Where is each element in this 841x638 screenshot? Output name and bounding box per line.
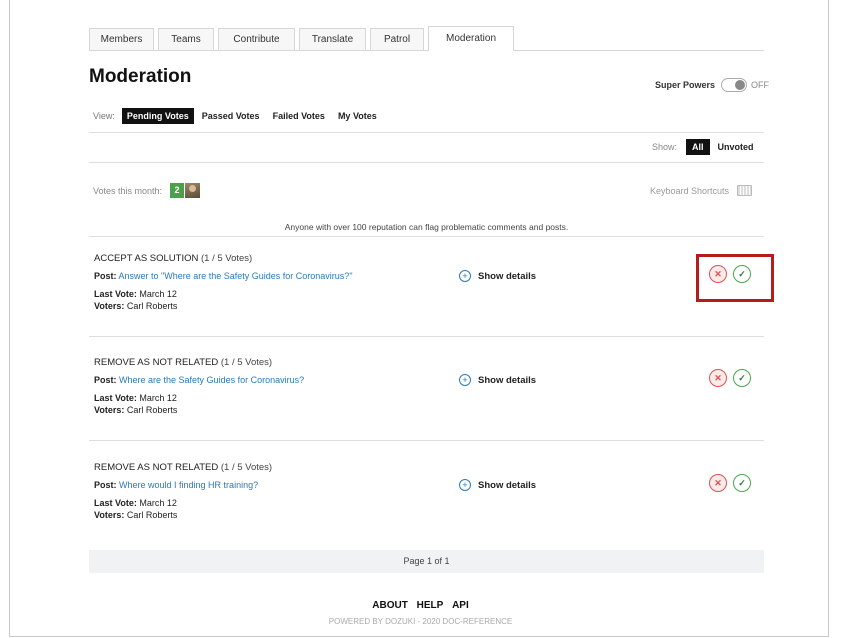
vote-type-label: REMOVE AS NOT RELATED xyxy=(94,462,219,473)
app-frame xyxy=(9,0,829,637)
super-powers-label: Super Powers xyxy=(655,80,716,90)
view-failed-votes[interactable]: Failed Votes xyxy=(268,108,330,124)
voters-label: Voters: xyxy=(94,510,125,520)
show-unvoted-button[interactable]: Unvoted xyxy=(712,139,760,155)
last-vote-label: Last Vote: xyxy=(94,498,137,508)
view-filter: View: Pending Votes Passed Votes Failed … xyxy=(93,108,385,124)
show-all-button[interactable]: All xyxy=(686,139,710,155)
show-details-label[interactable]: Show details xyxy=(478,375,536,386)
tab-contribute[interactable]: Contribute xyxy=(218,28,295,50)
vote-actions: ✕ ✓ xyxy=(709,474,757,492)
footer-links: ABOUT HELP API xyxy=(0,600,841,611)
show-label: Show: xyxy=(652,142,678,152)
footer-link-help[interactable]: HELP xyxy=(417,600,444,611)
vote-count: (1 / 5 Votes) xyxy=(220,357,273,368)
highlight-box xyxy=(696,254,774,302)
last-vote-value: March 12 xyxy=(139,498,177,508)
view-pending-votes[interactable]: Pending Votes xyxy=(121,108,194,124)
tab-patrol[interactable]: Patrol xyxy=(370,28,424,50)
tab-teams[interactable]: Teams xyxy=(158,28,214,50)
super-powers-control: Super Powers OFF xyxy=(655,78,769,92)
vote-meta: Last Vote: March 12 Voters: Carl Roberts xyxy=(94,392,177,416)
pagination: Page 1 of 1 xyxy=(89,550,764,573)
show-details-label[interactable]: Show details xyxy=(478,480,536,491)
vote-type: ACCEPT AS SOLUTION (1 / 5 Votes) xyxy=(94,253,252,264)
tab-bar: Members Teams Contribute Translate Patro… xyxy=(89,26,764,51)
post-link[interactable]: Answer to "Where are the Safety Guides f… xyxy=(119,271,353,281)
show-details-button[interactable]: + Show details xyxy=(459,374,536,386)
footer-link-api[interactable]: API xyxy=(452,600,469,611)
last-vote-label: Last Vote: xyxy=(94,289,137,299)
plus-circle-icon[interactable]: + xyxy=(459,270,471,282)
tab-moderation[interactable]: Moderation xyxy=(428,26,515,51)
vote-count: (1 / 5 Votes) xyxy=(201,253,253,264)
approve-button[interactable]: ✓ xyxy=(733,474,751,492)
last-vote-value: March 12 xyxy=(139,289,177,299)
reputation-notice: Anyone with over 100 reputation can flag… xyxy=(284,222,569,232)
voters-value: Carl Roberts xyxy=(126,510,178,520)
view-passed-votes[interactable]: Passed Votes xyxy=(197,108,265,124)
vote-post: Post: Where are the Safety Guides for Co… xyxy=(94,375,304,385)
divider xyxy=(89,336,764,337)
votes-this-month-label: Votes this month: xyxy=(93,185,163,196)
keyboard-icon[interactable] xyxy=(737,185,753,196)
votes-count-badge: 2 xyxy=(170,183,185,198)
divider xyxy=(89,236,764,237)
post-label: Post: xyxy=(94,480,117,490)
vote-type: REMOVE AS NOT RELATED (1 / 5 Votes) xyxy=(94,357,272,368)
show-details-label[interactable]: Show details xyxy=(478,271,536,282)
approve-button[interactable]: ✓ xyxy=(733,369,751,387)
last-vote-value: March 12 xyxy=(139,393,177,403)
post-link[interactable]: Where are the Safety Guides for Coronavi… xyxy=(119,375,304,385)
footer-link-about[interactable]: ABOUT xyxy=(372,600,408,611)
divider xyxy=(89,162,764,163)
vote-meta: Last Vote: March 12 Voters: Carl Roberts xyxy=(94,497,177,521)
post-link[interactable]: Where would I finding HR training? xyxy=(119,480,258,490)
super-powers-toggle[interactable] xyxy=(721,78,748,92)
vote-meta: Last Vote: March 12 Voters: Carl Roberts xyxy=(94,288,177,312)
show-filter: Show: All Unvoted xyxy=(652,139,760,155)
voters-label: Voters: xyxy=(94,405,125,415)
last-vote-label: Last Vote: xyxy=(94,393,137,403)
plus-circle-icon[interactable]: + xyxy=(459,479,471,491)
post-label: Post: xyxy=(94,271,117,281)
vote-type: REMOVE AS NOT RELATED (1 / 5 Votes) xyxy=(94,462,272,473)
voters-label: Voters: xyxy=(94,301,125,311)
vote-count: (1 / 5 Votes) xyxy=(220,462,273,473)
reject-button[interactable]: ✕ xyxy=(709,369,727,387)
plus-circle-icon[interactable]: + xyxy=(459,374,471,386)
avatar[interactable] xyxy=(185,183,201,198)
vote-type-label: REMOVE AS NOT RELATED xyxy=(94,357,219,368)
show-details-button[interactable]: + Show details xyxy=(459,479,536,491)
tab-translate[interactable]: Translate xyxy=(299,28,366,50)
vote-type-label: ACCEPT AS SOLUTION xyxy=(94,253,199,264)
tab-members[interactable]: Members xyxy=(89,28,154,50)
powered-by: POWERED BY DOZUKI - 2020 DOC-REFERENCE xyxy=(328,617,513,626)
show-details-button[interactable]: + Show details xyxy=(459,270,536,282)
vote-post: Post: Where would I finding HR training? xyxy=(94,480,258,490)
divider xyxy=(89,132,764,133)
page-title: Moderation xyxy=(89,66,192,87)
keyboard-shortcuts-label[interactable]: Keyboard Shortcuts xyxy=(650,186,729,196)
voters-value: Carl Roberts xyxy=(126,301,178,311)
reject-button[interactable]: ✕ xyxy=(709,474,727,492)
post-label: Post: xyxy=(94,375,117,385)
voters-value: Carl Roberts xyxy=(126,405,178,415)
votes-this-month: Votes this month: 2 xyxy=(93,183,201,198)
keyboard-shortcuts[interactable]: Keyboard Shortcuts xyxy=(650,185,753,196)
vote-actions: ✕ ✓ xyxy=(709,369,757,387)
view-my-votes[interactable]: My Votes xyxy=(333,108,382,124)
super-powers-state: OFF xyxy=(751,80,770,90)
view-label: View: xyxy=(93,111,115,121)
divider xyxy=(89,440,764,441)
vote-post: Post: Answer to "Where are the Safety Gu… xyxy=(94,271,353,281)
